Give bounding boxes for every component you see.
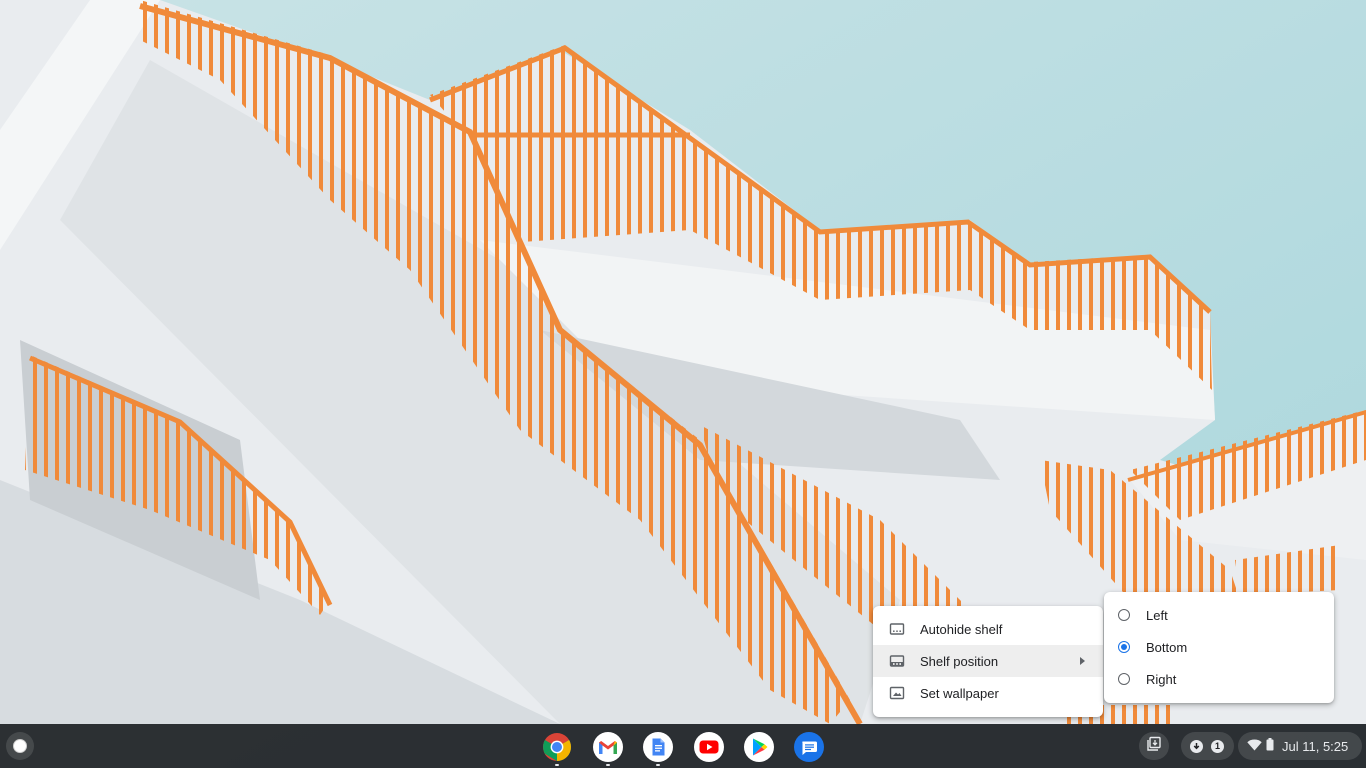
menu-item-label: Set wallpaper	[920, 685, 999, 701]
shelf-position-icon	[889, 653, 905, 669]
notification-tray[interactable]: 1	[1181, 732, 1234, 760]
radio-option-left[interactable]: Left	[1104, 599, 1334, 631]
radio-option-right[interactable]: Right	[1104, 663, 1334, 695]
running-indicator	[555, 764, 559, 766]
play-store-icon[interactable]	[744, 732, 774, 762]
messages-icon[interactable]	[794, 732, 824, 762]
running-indicator	[656, 764, 660, 766]
menu-item-label: Autohide shelf	[920, 621, 1003, 637]
launcher-button[interactable]	[6, 732, 34, 760]
menu-item-autohide-shelf[interactable]: Autohide shelf	[873, 613, 1103, 645]
docs-icon[interactable]	[643, 732, 673, 766]
shelf-position-submenu: Left Bottom Right	[1104, 592, 1334, 703]
autohide-shelf-icon	[889, 621, 905, 637]
submenu-arrow-icon	[1080, 657, 1085, 665]
wifi-icon	[1247, 739, 1262, 754]
running-indicator	[606, 764, 610, 766]
download-icon	[1190, 739, 1203, 753]
radio-option-label: Bottom	[1146, 639, 1188, 655]
menu-item-set-wallpaper[interactable]: Set wallpaper	[873, 677, 1103, 709]
radio-option-label: Left	[1146, 607, 1168, 623]
notification-count-badge: 1	[1211, 739, 1224, 753]
system-status-tray[interactable]: Jul 11, 5:25	[1238, 732, 1362, 760]
radio-option-label: Right	[1146, 671, 1177, 687]
radio-unselected-icon	[1118, 673, 1130, 685]
clock: Jul 11, 5:25	[1282, 738, 1349, 754]
radio-selected-icon	[1118, 641, 1130, 653]
youtube-icon[interactable]	[694, 732, 724, 762]
gmail-icon[interactable]	[593, 732, 623, 766]
battery-icon	[1266, 738, 1274, 754]
shelf[interactable]: 1 Jul 11, 5:25	[0, 724, 1366, 768]
holding-space-icon	[1146, 736, 1162, 757]
radio-unselected-icon	[1118, 609, 1130, 621]
menu-item-label: Shelf position	[920, 653, 999, 669]
shelf-context-menu: Autohide shelf Shelf position Set wallpa…	[873, 606, 1103, 717]
radio-option-bottom[interactable]: Bottom	[1104, 631, 1334, 663]
holding-space-button[interactable]	[1139, 732, 1169, 760]
menu-item-shelf-position[interactable]: Shelf position	[873, 645, 1103, 677]
wallpaper-icon	[889, 685, 905, 701]
chrome-icon[interactable]	[542, 732, 572, 766]
